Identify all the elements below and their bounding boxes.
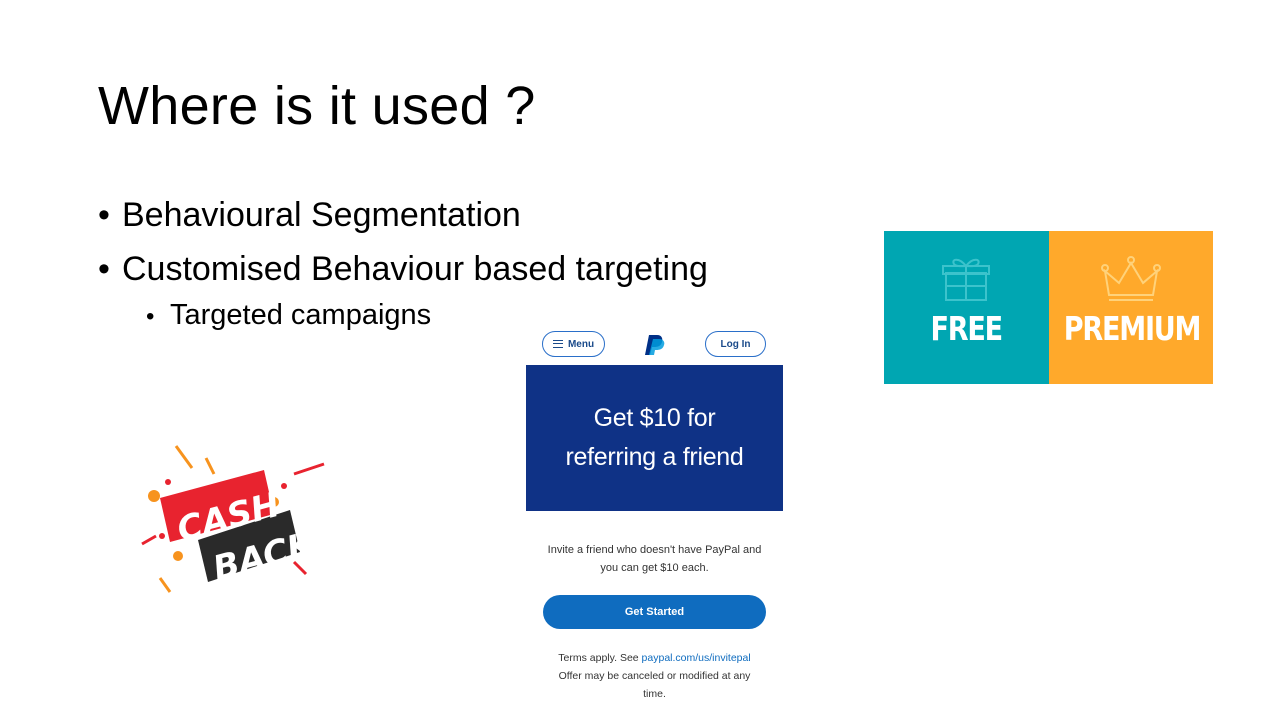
hamburger-icon (552, 340, 563, 348)
bullet-marker: • (146, 303, 155, 330)
slide-title: Where is it used ? (98, 76, 536, 136)
phone-nav-bar: Menu Log In (526, 323, 783, 365)
bullet-text: Customised Behaviour based targeting (122, 250, 708, 288)
invite-text: Invite a friend who doesn't have PayPal … (526, 541, 783, 577)
bullet-text: Targeted campaigns (170, 299, 432, 331)
terms-line-1: Terms apply. See paypal.com/us/invitepal (526, 649, 783, 667)
plan-comparison-image: FREE PREMIUM (884, 231, 1213, 384)
premium-plan-tile: PREMIUM (1048, 231, 1213, 384)
terms-text: Terms apply. See paypal.com/us/invitepal… (526, 649, 783, 703)
menu-button[interactable]: Menu (542, 331, 605, 357)
crown-icon (1100, 256, 1161, 301)
menu-label: Menu (567, 338, 595, 350)
bullet-text: Behavioural Segmentation (122, 196, 521, 234)
login-button[interactable]: Log In (705, 331, 766, 357)
terms-line-2: Offer may be canceled or modified at any (558, 670, 751, 682)
bullet-item: • Behavioural Segmentation (98, 193, 521, 237)
premium-label: PREMIUM (1063, 309, 1201, 348)
paypal-referral-screenshot: Menu Log In Get $10 for referring a frie… (526, 323, 783, 720)
hero-line-1: Get $10 for (593, 404, 716, 432)
terms-link[interactable]: paypal.com/us/invitepal (642, 652, 751, 664)
login-label: Log In (720, 338, 751, 350)
terms-line-3: time. (643, 688, 666, 700)
gift-icon (942, 258, 991, 301)
get-started-button[interactable]: Get Started (543, 595, 766, 629)
free-plan-tile: FREE (884, 231, 1049, 384)
invite-line-2: you can get $10 each. (600, 562, 709, 574)
paypal-logo-icon (645, 335, 665, 355)
free-label: FREE (930, 309, 1004, 348)
bullet-item: • Customised Behaviour based targeting (98, 247, 708, 291)
referral-hero-banner: Get $10 for referring a friend (526, 365, 783, 511)
sub-bullet-item: • Targeted campaigns (146, 297, 431, 335)
hero-line-2: referring a friend (565, 443, 744, 471)
invite-line-1: Invite a friend who doesn't have PayPal … (547, 544, 762, 556)
bullet-marker: • (98, 196, 110, 234)
cashback-badge: CASH BACK (141, 445, 325, 593)
bullet-marker: • (98, 250, 110, 288)
terms-prefix: Terms apply. See (558, 652, 642, 664)
